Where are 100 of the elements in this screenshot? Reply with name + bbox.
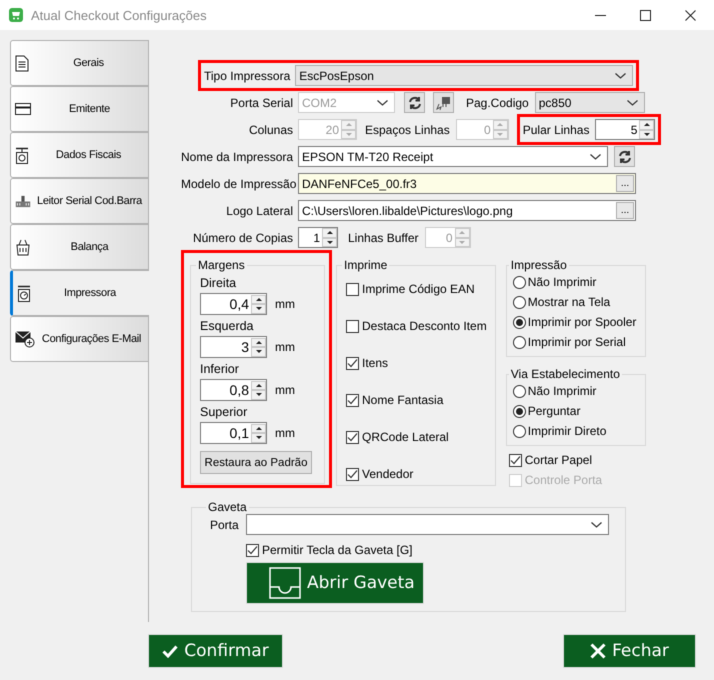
confirm-button[interactable]: Confirmar <box>148 634 283 668</box>
group-title: Imprime <box>343 258 388 272</box>
sidebar-tab[interactable]: Configurações E-Mail <box>10 316 149 362</box>
field-label: Número de Copias <box>192 230 294 244</box>
window-title: Atual Checkout Configurações <box>31 8 207 22</box>
chevron-down-icon <box>591 522 602 528</box>
radio-label: Perguntar <box>528 404 580 418</box>
spin-up-button[interactable] <box>251 424 266 433</box>
dropdown-field[interactable]: EPSON TM-T20 Receipt <box>298 146 608 167</box>
radio-label: Não Imprimir <box>528 275 596 289</box>
close-button[interactable]: Fechar <box>563 634 696 668</box>
group-title: Via Estabelecimento <box>510 367 621 381</box>
radio-button[interactable] <box>512 404 526 418</box>
check-icon <box>162 644 178 658</box>
spin-field[interactable]: 3 <box>200 336 267 358</box>
open-drawer-button[interactable]: Abrir Gaveta <box>246 562 424 604</box>
spin-up-button[interactable] <box>251 380 266 390</box>
document-icon <box>15 54 29 72</box>
spin-up-button[interactable] <box>639 120 654 130</box>
sidebar-tab[interactable]: Impressora <box>10 270 149 316</box>
dropdown-field[interactable]: EscPosEpson <box>295 65 634 86</box>
radio-button[interactable] <box>512 384 526 398</box>
field-label: Colunas <box>248 122 294 136</box>
refresh-icon <box>618 150 632 164</box>
spin-field[interactable]: 5 <box>595 119 656 140</box>
browse-button[interactable]: ... <box>616 202 634 219</box>
dropdown-field[interactable]: pc850 <box>534 92 645 113</box>
radio-button[interactable] <box>512 336 526 348</box>
spin-field[interactable]: 0,1 <box>200 422 267 444</box>
radio-button[interactable] <box>512 424 526 438</box>
sidebar-tab[interactable]: Gerais <box>10 40 149 86</box>
radio-button[interactable] <box>512 276 526 288</box>
field-label: Pular Linhas <box>522 122 590 136</box>
sidebar-tab[interactable]: Dados Fiscais <box>10 132 149 178</box>
spin-field[interactable]: 0,4 <box>200 293 267 315</box>
checkbox[interactable] <box>346 430 359 444</box>
spin-field[interactable]: 1 <box>298 227 338 248</box>
card-icon <box>15 103 31 115</box>
minimize-icon[interactable] <box>595 14 606 16</box>
spin-down-button[interactable] <box>251 433 266 442</box>
browse-button[interactable]: ... <box>616 175 634 192</box>
reset-button[interactable]: Restaura ao Padrão <box>200 451 312 474</box>
sidebar-tab[interactable]: Emitente <box>10 86 149 132</box>
checkbox[interactable] <box>246 544 259 556</box>
field-label: Inferior <box>200 362 240 376</box>
field-label: Espaços Linhas <box>365 122 450 136</box>
chevron-down-icon <box>615 72 626 78</box>
radio-button[interactable] <box>512 296 526 308</box>
field-label: Pag.Codigo <box>466 96 529 110</box>
radio-button[interactable] <box>512 316 526 328</box>
file-field[interactable]: C:\Users\loren.libalde\Pictures\logo.png ... <box>298 200 636 221</box>
spin-down-button[interactable] <box>251 347 266 356</box>
field-label: Nome da Impressora <box>181 150 294 164</box>
dropdown-field[interactable] <box>246 514 609 535</box>
drawer-icon <box>269 567 301 599</box>
close-icon <box>590 643 606 659</box>
checkbox[interactable] <box>346 320 359 332</box>
checkbox[interactable] <box>346 468 359 480</box>
field-label: Esquerda <box>200 319 255 333</box>
checkbox[interactable] <box>346 394 359 406</box>
refresh-button[interactable] <box>614 146 635 167</box>
close-icon[interactable] <box>685 10 696 20</box>
field-label: Porta Serial <box>229 96 294 110</box>
maximize-icon[interactable] <box>640 10 651 20</box>
unit-label: mm <box>275 383 295 397</box>
radio-label: Mostrar na Tela <box>528 295 610 309</box>
radio-label: Imprimir por Serial <box>528 335 626 349</box>
checkbox[interactable] <box>346 282 359 296</box>
field-label: Tipo Impressora <box>204 68 292 82</box>
envelope-plus-icon <box>15 330 35 348</box>
spin-up-button[interactable] <box>322 228 337 238</box>
sidebar-tab[interactable]: Balança <box>10 224 149 270</box>
spin-down-button[interactable] <box>251 390 266 400</box>
spin-down-button[interactable] <box>251 304 266 314</box>
scale-icon <box>17 284 31 302</box>
basket-icon <box>15 238 31 256</box>
radio-label: Imprimir Direto <box>528 424 606 438</box>
radio-label: Imprimir por Spooler <box>528 315 636 329</box>
field-label: Superior <box>200 405 248 419</box>
chevron-down-icon <box>626 100 638 106</box>
field-label: Porta <box>210 518 240 532</box>
spin-up-button[interactable] <box>251 294 266 304</box>
checkbox-label: Cortar Papel <box>524 453 592 467</box>
checkbox[interactable] <box>508 454 522 466</box>
plug-icon <box>436 94 452 110</box>
file-field[interactable]: DANFeNFCe5_00.fr3 ... <box>298 173 636 194</box>
serial-port-button[interactable] <box>433 92 454 113</box>
unit-label: mm <box>275 340 295 354</box>
checkbox-label: Nome Fantasia <box>362 393 444 407</box>
checkbox[interactable] <box>346 356 359 370</box>
radio-label: Não Imprimir <box>528 384 596 398</box>
spin-field[interactable]: 0,8 <box>200 379 267 401</box>
field-label: Direita <box>200 276 238 290</box>
refresh-button[interactable] <box>404 92 425 113</box>
checkbox-label: Imprime Código EAN <box>362 282 475 296</box>
spin-up-button[interactable] <box>251 338 266 347</box>
checkbox-label: QRCode Lateral <box>362 430 449 444</box>
sidebar-tab[interactable]: Leitor Serial Cod.Barra <box>10 178 149 224</box>
group-title: Gaveta <box>207 500 248 514</box>
scanner-icon <box>15 194 31 208</box>
